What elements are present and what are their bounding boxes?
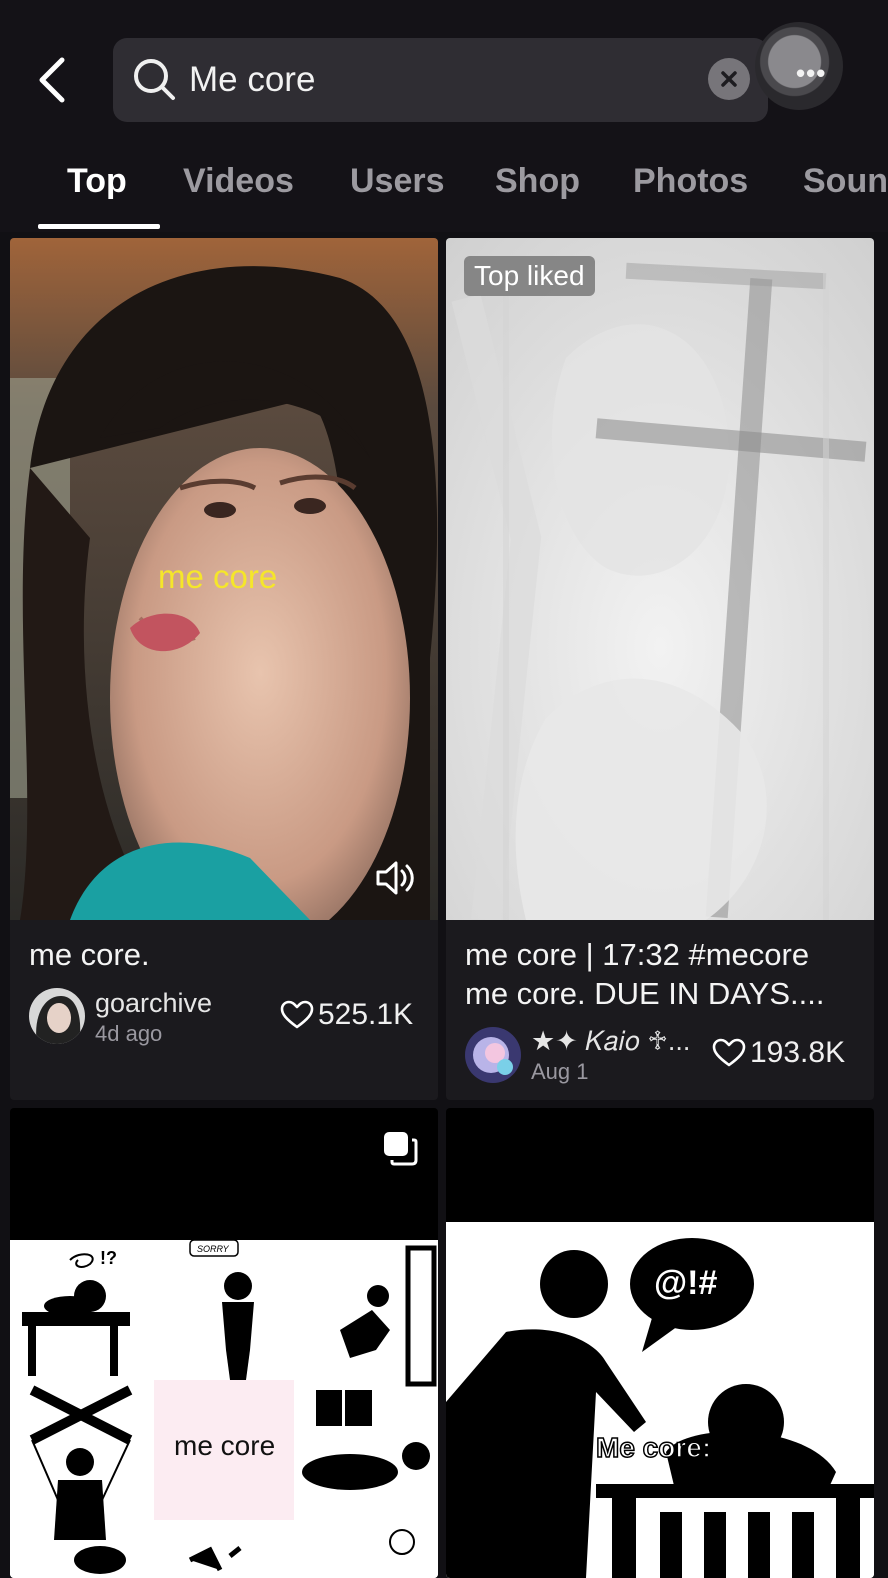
tab-users[interactable]: Users xyxy=(350,162,445,201)
active-tab-indicator xyxy=(38,224,160,229)
like-count: 193.8K xyxy=(712,1036,845,1070)
author-name[interactable]: goarchive xyxy=(95,988,212,1019)
post-date: Aug 1 xyxy=(531,1059,589,1084)
heart-icon xyxy=(280,1000,314,1029)
result-card[interactable]: me core me core. goarchive 4d ago 525.1K xyxy=(10,238,438,1100)
tab-bar: Top Videos Users Shop Photos Soun xyxy=(0,150,888,232)
like-count-value: 525.1K xyxy=(318,998,414,1031)
video-thumbnail[interactable]: Top liked xyxy=(446,238,874,920)
result-card[interactable]: @!# Me core: xyxy=(446,1108,874,1578)
video-caption-line-2: me core. DUE IN DAYS.... xyxy=(465,976,825,1011)
like-count-value: 193.8K xyxy=(750,1036,846,1069)
sketch-image xyxy=(446,238,874,920)
tab-videos[interactable]: Videos xyxy=(183,162,294,201)
svg-text:SORRY: SORRY xyxy=(197,1244,230,1254)
header: Me core ••• Top Videos Users Shop Photos… xyxy=(0,0,888,232)
top-liked-badge: Top liked xyxy=(464,256,595,296)
tab-top[interactable]: Top xyxy=(67,162,127,201)
video-thumbnail[interactable]: me core xyxy=(10,238,438,920)
video-caption: me core. xyxy=(29,937,150,972)
carousel-icon xyxy=(384,1132,418,1166)
clear-button[interactable] xyxy=(708,58,750,100)
avatar[interactable] xyxy=(29,988,85,1044)
back-arrow-icon xyxy=(39,57,65,103)
tab-sounds[interactable]: Soun xyxy=(803,162,888,201)
more-icon: ••• xyxy=(796,58,827,88)
photo-overlay-text: me core xyxy=(174,1430,276,1461)
search-query[interactable]: Me core xyxy=(189,58,315,102)
svg-text:!?: !? xyxy=(100,1248,117,1268)
search-icon xyxy=(134,59,175,100)
result-card[interactable]: !? SORRY me core xyxy=(10,1108,438,1578)
tab-photos[interactable]: Photos xyxy=(633,162,748,201)
search-input[interactable]: Me core xyxy=(113,38,768,122)
video-overlay-text: Me core: xyxy=(595,1431,712,1464)
back-button[interactable] xyxy=(30,50,80,110)
video-overlay-text: me core xyxy=(158,558,278,595)
post-date: 4d ago xyxy=(95,1021,163,1046)
heart-icon xyxy=(712,1038,746,1067)
photo-thumbnail[interactable]: !? SORRY me core xyxy=(10,1240,438,1578)
sound-icon[interactable] xyxy=(374,858,418,898)
avatar[interactable] xyxy=(465,1027,521,1083)
clear-icon xyxy=(721,71,737,87)
like-count: 525.1K xyxy=(280,998,413,1032)
tab-shop[interactable]: Shop xyxy=(495,162,580,201)
result-card[interactable]: Top liked me core | 17:32 #mecore me cor… xyxy=(446,238,874,1100)
speech-bubble-text: @!# xyxy=(654,1264,718,1302)
more-button[interactable]: ••• xyxy=(755,22,843,110)
author-name[interactable]: ★✦ 𝐾𝑎𝑖𝑜 ♱... xyxy=(531,1026,691,1058)
pictogram-collage: !? SORRY xyxy=(10,1240,438,1578)
video-thumbnail[interactable]: @!# Me core: xyxy=(446,1222,874,1578)
video-caption-line-1: me core | 17:32 #mecore xyxy=(465,937,810,972)
